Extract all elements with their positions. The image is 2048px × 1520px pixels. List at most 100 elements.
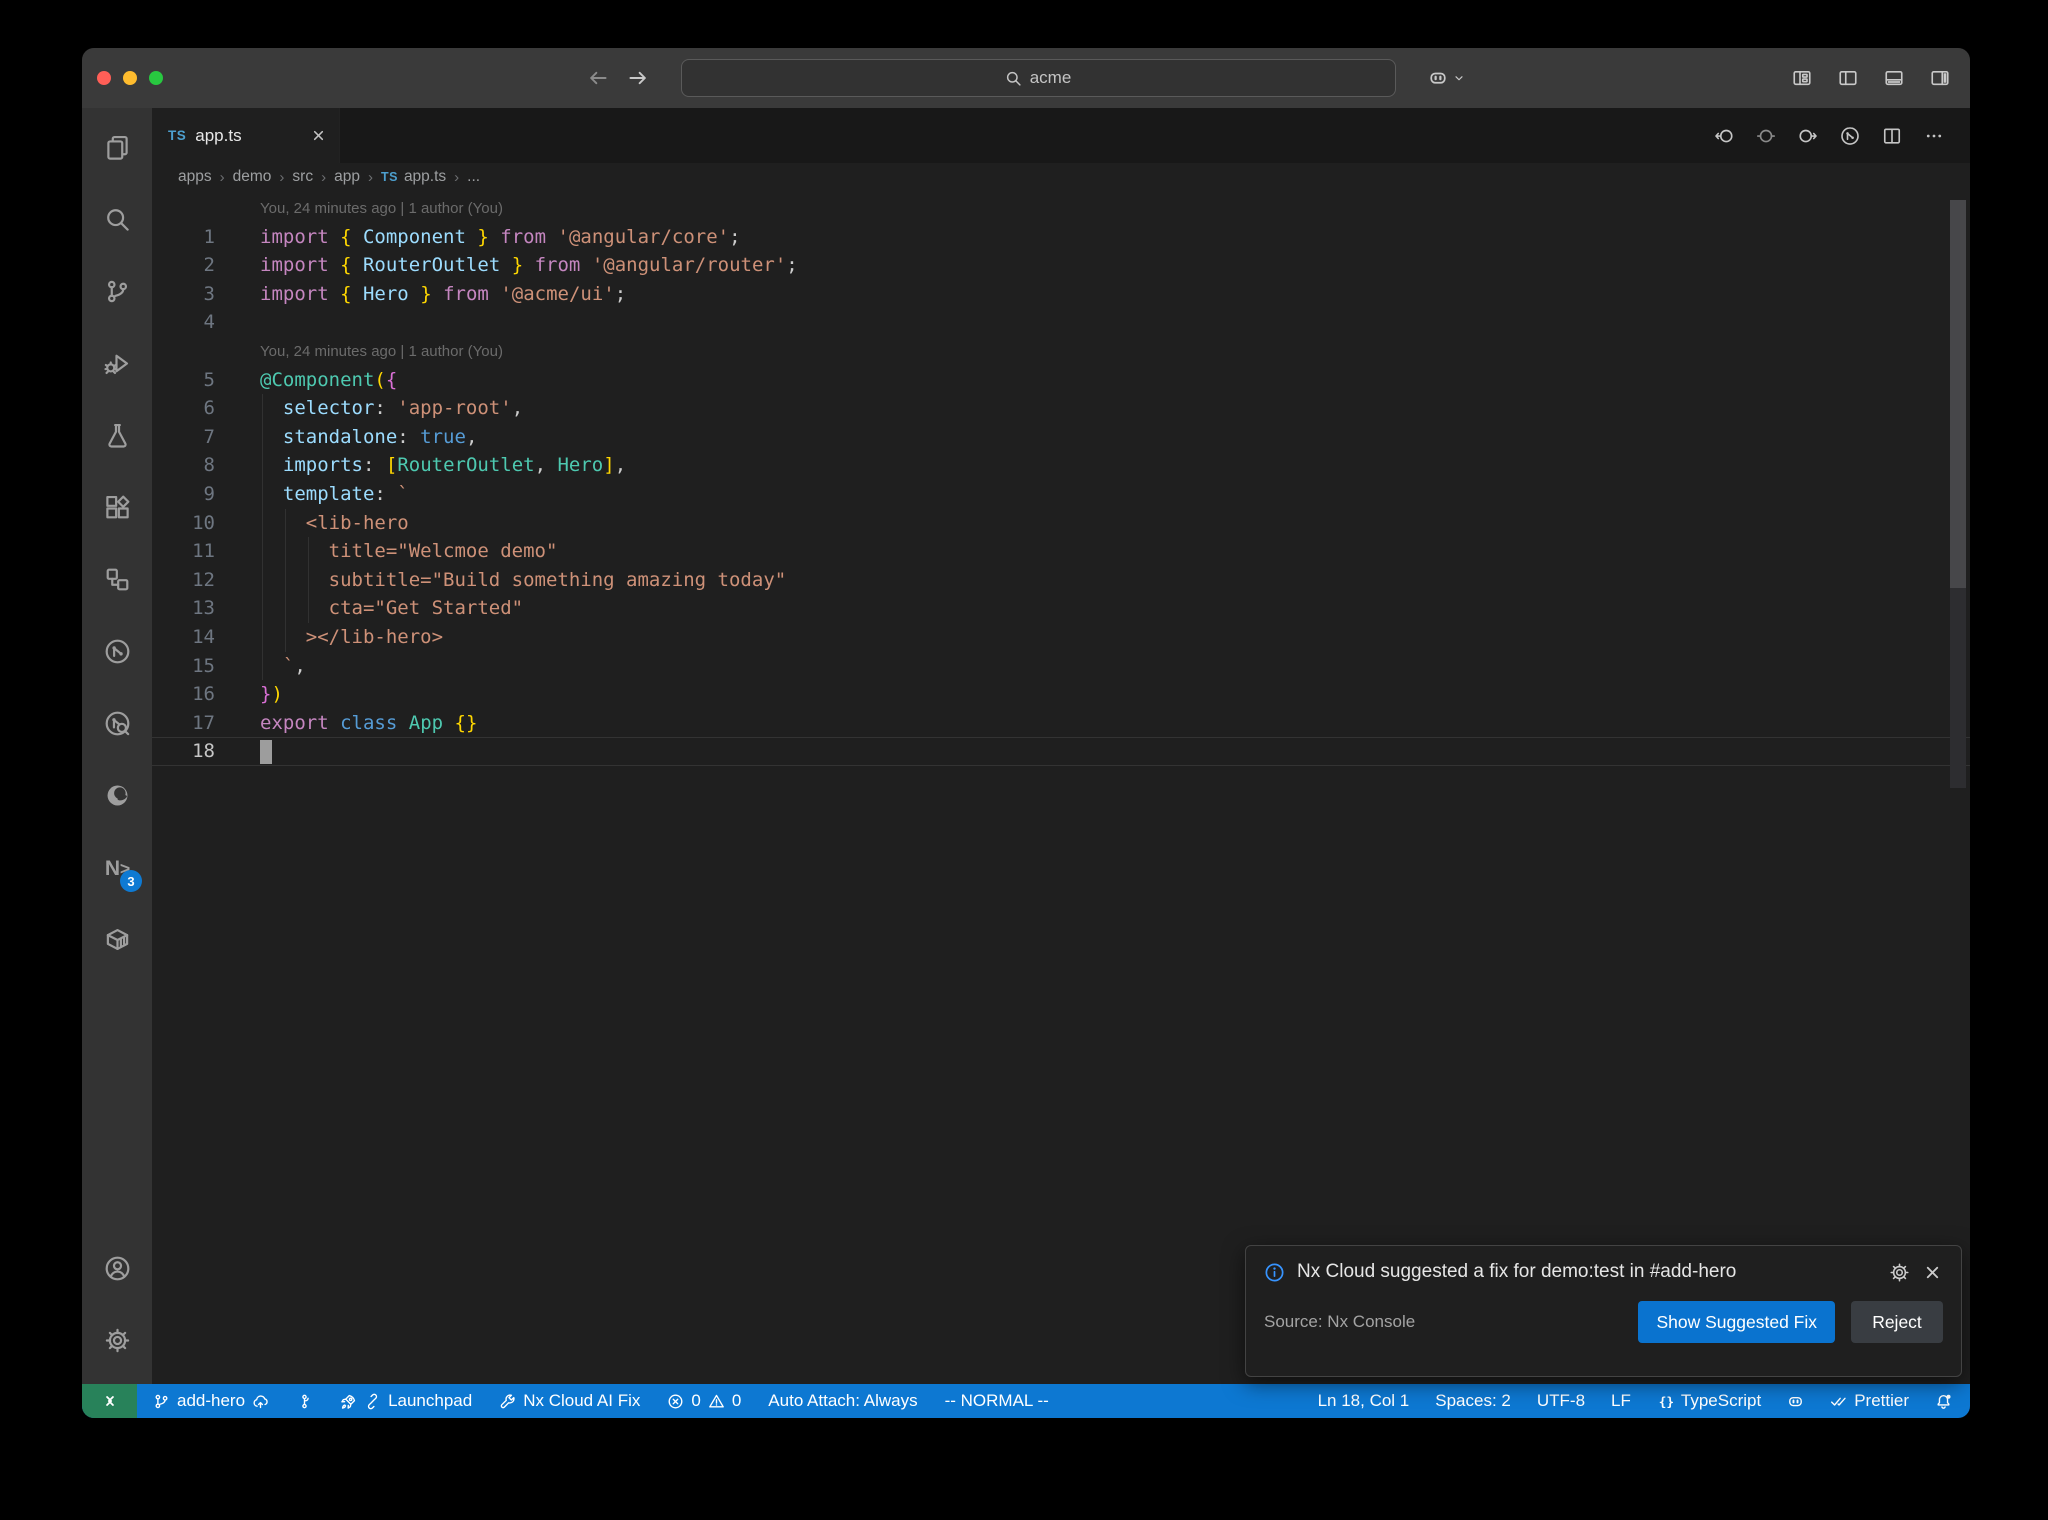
line-number[interactable]: 11 <box>152 537 260 566</box>
code-line-11[interactable]: 11 title="Welcmoe demo" <box>152 537 1970 566</box>
status-nx-cloud-ai-fix[interactable]: Nx Cloud AI Fix <box>499 1391 640 1411</box>
line-number[interactable]: 2 <box>152 251 260 280</box>
code-line-8[interactable]: 8 imports: [RouterOutlet, Hero], <box>152 451 1970 480</box>
code-line-10[interactable]: 10 <lib-hero <box>152 509 1970 538</box>
activity-item-settings[interactable] <box>93 1316 141 1364</box>
status-gitlens-launchpad[interactable]: Launchpad <box>340 1391 472 1411</box>
status-formatter[interactable]: Prettier <box>1830 1391 1909 1411</box>
line-number[interactable]: 10 <box>152 509 260 538</box>
split-editor-button[interactable] <box>1882 126 1902 146</box>
nav-forward-circle-button[interactable] <box>1798 126 1818 146</box>
breadcrumb-item-...[interactable]: ... <box>467 168 480 186</box>
layout-sidebar-right-button[interactable] <box>1930 68 1950 88</box>
code-line-4[interactable]: 4 <box>152 308 1970 337</box>
status-copilot-status[interactable] <box>1787 1393 1804 1410</box>
customize-layout-button[interactable] <box>1792 68 1812 88</box>
layout-panel-button[interactable] <box>1884 68 1904 88</box>
code-line-2[interactable]: 2 import { RouterOutlet } from '@angular/… <box>152 251 1970 280</box>
layout-sidebar-left-button[interactable] <box>1838 68 1858 88</box>
reject-button[interactable]: Reject <box>1851 1301 1943 1343</box>
code-line-13[interactable]: 13 cta="Get Started" <box>152 594 1970 623</box>
container-icon <box>104 926 131 953</box>
activity-item-edge-browser[interactable] <box>93 771 141 819</box>
nx-console-button[interactable] <box>1840 126 1860 146</box>
activity-item-source-control[interactable] <box>93 267 141 315</box>
breadcrumb-item-src[interactable]: src <box>292 168 313 186</box>
account-icon <box>104 1255 131 1282</box>
line-number[interactable]: 8 <box>152 451 260 480</box>
line-number[interactable]: 5 <box>152 366 260 395</box>
copilot-menu[interactable] <box>1428 68 1466 88</box>
code-line-6[interactable]: 6 selector: 'app-root', <box>152 394 1970 423</box>
show-suggested-fix-button[interactable]: Show Suggested Fix <box>1638 1301 1835 1343</box>
line-number[interactable]: 6 <box>152 394 260 423</box>
line-number[interactable]: 17 <box>152 709 260 738</box>
code-line-18[interactable]: 18 <box>152 737 1970 766</box>
tab-app-ts[interactable]: TS app.ts <box>152 108 340 163</box>
activity-item-extensions[interactable] <box>93 483 141 531</box>
line-number[interactable]: 13 <box>152 594 260 623</box>
code-line-5[interactable]: 5 @Component({ <box>152 366 1970 395</box>
activity-item-testing[interactable] <box>93 411 141 459</box>
line-number[interactable]: 3 <box>152 280 260 309</box>
close-tab-icon[interactable] <box>310 127 327 144</box>
activity-item-projects[interactable] <box>93 555 141 603</box>
command-center-search[interactable]: acme <box>680 59 1396 97</box>
nav-dash-circle-button[interactable] <box>1756 126 1776 146</box>
breadcrumb-item-app[interactable]: app <box>334 168 360 186</box>
status-problems[interactable]: 00 <box>667 1391 741 1411</box>
editor-scrollbar-track[interactable] <box>1950 588 1966 788</box>
breadcrumb-item-demo[interactable]: demo <box>233 168 272 186</box>
status-vim-mode[interactable]: -- NORMAL -- <box>945 1391 1049 1411</box>
status-auto-attach[interactable]: Auto Attach: Always <box>768 1391 917 1411</box>
remote-indicator[interactable] <box>82 1384 137 1418</box>
status-language[interactable]: {} TypeScript <box>1657 1391 1762 1411</box>
status-git-branch[interactable]: add-hero <box>153 1391 269 1411</box>
status-cursor-position[interactable]: Ln 18, Col 1 <box>1318 1391 1410 1411</box>
activity-item-run-debug[interactable] <box>93 339 141 387</box>
line-number[interactable]: 16 <box>152 680 260 709</box>
code-line-3[interactable]: 3 import { Hero } from '@acme/ui'; <box>152 280 1970 309</box>
activity-item-nx[interactable]: N >3 <box>93 843 142 892</box>
status-encoding[interactable]: UTF-8 <box>1537 1391 1585 1411</box>
line-number[interactable]: 1 <box>152 223 260 252</box>
line-number[interactable]: 12 <box>152 566 260 595</box>
git-blame-annotation: You, 24 minutes ago | 1 author (You) <box>260 199 503 217</box>
activity-item-explorer[interactable] <box>93 123 141 171</box>
activity-item-nx-console[interactable] <box>93 627 141 675</box>
code-line-17[interactable]: 17 export class App {} <box>152 709 1970 738</box>
line-number[interactable]: 15 <box>152 652 260 681</box>
more-button[interactable] <box>1924 126 1944 146</box>
code-line-12[interactable]: 12 subtitle="Build something amazing tod… <box>152 566 1970 595</box>
code-line-1[interactable]: 1 import { Component } from '@angular/cor… <box>152 223 1970 252</box>
notification-close-icon[interactable] <box>1922 1262 1943 1283</box>
editor[interactable]: You, 24 minutes ago | 1 author (You) 1 imp… <box>152 191 1970 1384</box>
editor-scrollbar[interactable] <box>1950 200 1966 588</box>
status-eol[interactable]: LF <box>1611 1391 1631 1411</box>
status-indentation[interactable]: Spaces: 2 <box>1435 1391 1511 1411</box>
line-number[interactable]: 9 <box>152 480 260 509</box>
code-line-16[interactable]: 16}) <box>152 680 1970 709</box>
status-notifications-bell[interactable] <box>1935 1393 1952 1410</box>
notification-settings-gear-icon[interactable] <box>1889 1262 1910 1283</box>
line-number[interactable]: 14 <box>152 623 260 652</box>
nav-back-circle-button[interactable] <box>1714 126 1734 146</box>
activity-item-containers[interactable] <box>93 915 141 963</box>
history-forward-icon[interactable] <box>627 67 649 89</box>
code-line-7[interactable]: 7 standalone: true, <box>152 423 1970 452</box>
status-text: -- NORMAL -- <box>944 1391 1049 1410</box>
code-line-14[interactable]: 14 ></lib-hero> <box>152 623 1970 652</box>
history-back-icon[interactable] <box>587 67 609 89</box>
breadcrumb-item-apps[interactable]: apps <box>178 168 212 186</box>
activity-item-nx-console-search[interactable] <box>93 699 141 747</box>
line-text: subtitle="Build something amazing today" <box>260 568 787 591</box>
activity-item-search[interactable] <box>93 195 141 243</box>
line-number[interactable]: 18 <box>152 737 260 766</box>
line-number[interactable]: 7 <box>152 423 260 452</box>
status-git-graph[interactable] <box>296 1393 313 1410</box>
activity-item-accounts[interactable] <box>93 1244 141 1292</box>
code-line-9[interactable]: 9 template: ` <box>152 480 1970 509</box>
breadcrumb-item-app.ts[interactable]: TS app.ts <box>381 168 446 186</box>
code-line-15[interactable]: 15 `, <box>152 652 1970 681</box>
line-number[interactable]: 4 <box>152 308 260 337</box>
